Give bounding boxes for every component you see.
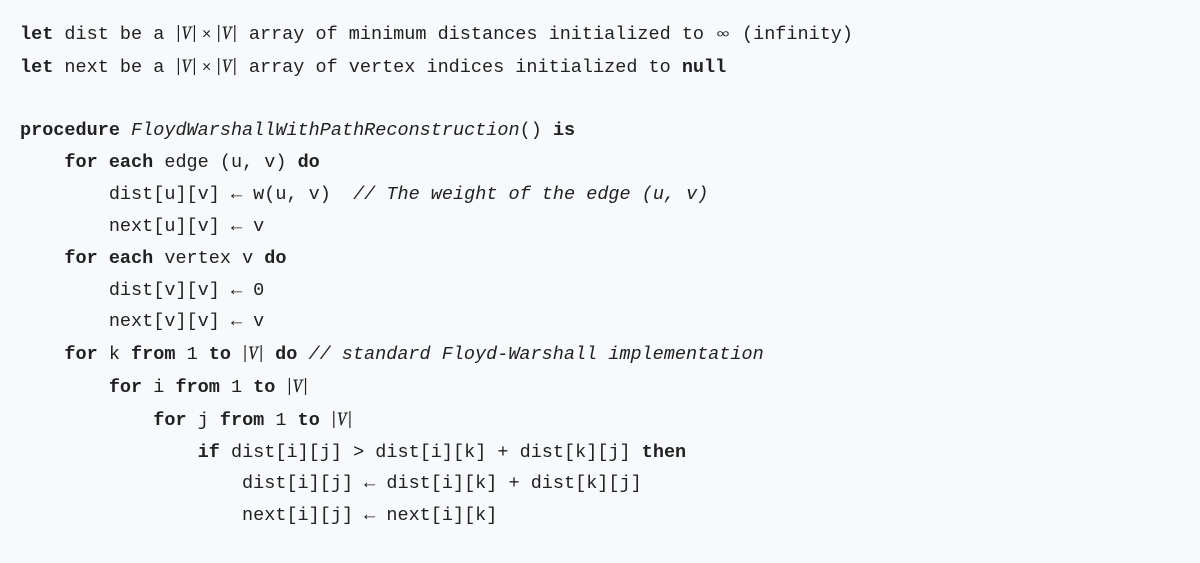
text (231, 344, 242, 365)
indent (20, 311, 109, 332)
text: array of minimum distances initialized t… (238, 24, 715, 45)
text (320, 410, 331, 431)
indent (20, 442, 198, 463)
keyword-do: do (298, 152, 320, 173)
line-foreach-edge: for each edge (u, v) do (20, 152, 320, 173)
bar: | (347, 408, 353, 430)
times-icon: × (201, 22, 211, 44)
line-next-ij: next[i][j] ← next[i][k] (20, 505, 497, 526)
math-abs-v: |V| (242, 342, 264, 364)
keyword-let: let (20, 24, 53, 45)
infinity-icon: ∞ (715, 22, 731, 44)
keyword-to: to (253, 377, 275, 398)
parens: () (520, 120, 542, 141)
line-let-next: let next be a |V| × |V| array of vertex … (20, 57, 726, 78)
code: dist[v][v] ← 0 (109, 280, 264, 301)
comment-weight: // The weight of the edge (u, v) (353, 184, 708, 205)
line-for-i: for i from 1 to |V| (20, 377, 308, 398)
keyword-for: for (64, 344, 97, 365)
keyword-for: for (153, 410, 186, 431)
text: dist be a (53, 24, 175, 45)
line-for-k: for k from 1 to |V| do // standard Floyd… (20, 344, 764, 365)
text: k (98, 344, 131, 365)
math-V: V (222, 55, 232, 77)
keyword-let: let (20, 57, 53, 78)
math-v-times-v: |V| × |V| (175, 22, 237, 44)
line-dist-uv: dist[u][v] ← w(u, v) // The weight of th… (20, 184, 708, 205)
text: j (187, 410, 220, 431)
bar: | (192, 55, 198, 77)
text: edge (u, v) (153, 152, 297, 173)
bar: | (192, 22, 198, 44)
keyword-then: then (642, 442, 686, 463)
keyword-do: do (264, 248, 286, 269)
keyword-if: if (198, 442, 220, 463)
indent (20, 280, 109, 301)
math-abs-v: |V| (287, 375, 309, 397)
indent (20, 473, 242, 494)
indent (20, 344, 64, 365)
line-next-uv: next[u][v] ← v (20, 216, 264, 237)
code: next[u][v] ← v (109, 216, 264, 237)
keyword-do: do (275, 344, 297, 365)
indent (20, 216, 109, 237)
indent (20, 377, 109, 398)
indent (20, 505, 242, 526)
math-V: V (292, 375, 302, 397)
keyword-null: null (682, 57, 726, 78)
text (275, 377, 286, 398)
text: i (142, 377, 175, 398)
text: next be a (53, 57, 175, 78)
line-procedure: procedure FloydWarshallWithPathReconstru… (20, 120, 575, 141)
text (264, 344, 275, 365)
keyword-to: to (298, 410, 320, 431)
keyword-from: from (131, 344, 175, 365)
text: array of vertex indices initialized to (238, 57, 682, 78)
keyword-for-each: for each (64, 152, 153, 173)
code: dist[i][j] ← dist[i][k] + dist[k][j] (242, 473, 642, 494)
pseudocode-block: let dist be a |V| × |V| array of minimum… (20, 18, 1180, 532)
code: dist[u][v] ← w(u, v) (109, 184, 353, 205)
line-foreach-vertex: for each vertex v do (20, 248, 287, 269)
comment-standard: // standard Floyd-Warshall implementatio… (309, 344, 764, 365)
indent (20, 184, 109, 205)
line-next-vv: next[v][v] ← v (20, 311, 264, 332)
math-v-times-v: |V| × |V| (175, 55, 237, 77)
math-V: V (222, 22, 232, 44)
line-dist-ij: dist[i][j] ← dist[i][k] + dist[k][j] (20, 473, 642, 494)
keyword-is: is (553, 120, 575, 141)
text: (infinity) (731, 24, 853, 45)
math-abs-v: |V| (331, 408, 353, 430)
keyword-to: to (209, 344, 231, 365)
code: next[v][v] ← v (109, 311, 264, 332)
line-let-dist: let dist be a |V| × |V| array of minimum… (20, 24, 853, 45)
math-V: V (337, 408, 347, 430)
indent (20, 410, 153, 431)
code: next[i][j] ← next[i][k] (242, 505, 497, 526)
math-V: V (248, 342, 258, 364)
keyword-from: from (175, 377, 219, 398)
indent (20, 248, 64, 269)
line-for-j: for j from 1 to |V| (20, 410, 353, 431)
text: 1 (220, 377, 253, 398)
keyword-for: for (109, 377, 142, 398)
text: dist[i][j] > dist[i][k] + dist[k][j] (220, 442, 642, 463)
keyword-for-each: for each (64, 248, 153, 269)
text: 1 (264, 410, 297, 431)
times-icon: × (201, 55, 211, 77)
keyword-from: from (220, 410, 264, 431)
math-V: V (181, 55, 191, 77)
keyword-procedure: procedure (20, 120, 120, 141)
line-if: if dist[i][j] > dist[i][k] + dist[k][j] … (20, 442, 686, 463)
procedure-name: FloydWarshallWithPathReconstruction (131, 120, 520, 141)
math-V: V (181, 22, 191, 44)
bar: | (303, 375, 309, 397)
line-dist-vv: dist[v][v] ← 0 (20, 280, 264, 301)
text: vertex v (153, 248, 264, 269)
indent (20, 152, 64, 173)
text: 1 (175, 344, 208, 365)
